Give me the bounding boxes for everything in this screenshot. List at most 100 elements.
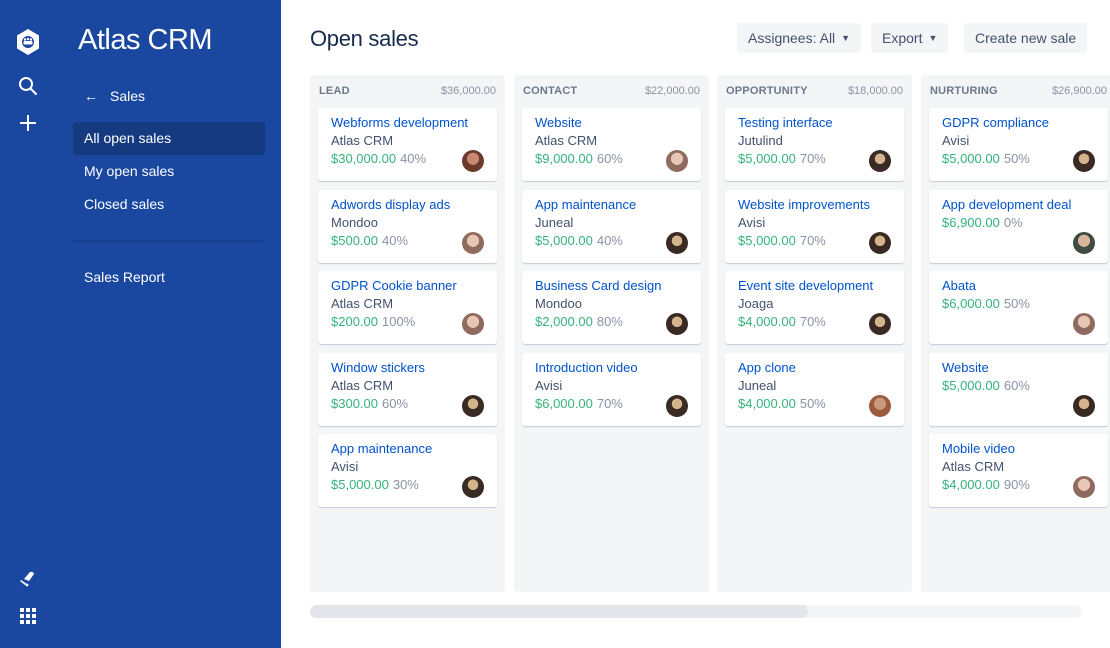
sale-title-link[interactable]: Abata (942, 277, 1095, 295)
sale-amount: $30,000.00 (331, 151, 397, 166)
assignee-avatar[interactable] (462, 150, 484, 172)
assignee-avatar[interactable] (869, 150, 891, 172)
create-new-sale-button[interactable]: Create new sale (964, 23, 1088, 53)
sale-company: Avisi (942, 133, 970, 148)
export-button[interactable]: Export ▼ (871, 23, 949, 53)
sale-title-link[interactable]: Business Card design (535, 277, 688, 295)
sale-card[interactable]: Abata $6,000.00 50% (929, 271, 1108, 344)
assignee-avatar[interactable] (869, 394, 891, 417)
assignee-avatar[interactable] (1073, 313, 1095, 335)
sale-company: Mondoo (535, 296, 582, 311)
sale-title-link[interactable]: GDPR compliance (942, 114, 1095, 132)
sidebar-item-my-open-sales[interactable]: My open sales (73, 155, 265, 188)
assignee-avatar[interactable] (1073, 394, 1095, 417)
assignee-avatar[interactable] (666, 231, 688, 254)
sale-probability: 30% (392, 477, 419, 492)
sale-meta: $5,000.00 60% (942, 377, 1095, 395)
sale-company: Atlas CRM (535, 133, 598, 148)
sale-title-link[interactable]: App development deal (942, 196, 1095, 214)
sale-card[interactable]: Webforms development Atlas CRM $30,000.00 4… (318, 108, 497, 181)
sale-company: Juneal (535, 214, 574, 230)
column-name: CONTACT (523, 85, 578, 97)
assignee-avatar[interactable] (1073, 231, 1095, 254)
sale-card[interactable]: Website $5,000.00 60% (929, 352, 1108, 426)
app-switcher-icon[interactable] (14, 602, 42, 630)
assignees-filter-button[interactable]: Assignees: All ▼ (737, 23, 862, 53)
column-total: $18,000.00 (847, 85, 903, 97)
export-label: Export (882, 30, 923, 46)
sidebar-item-sales-report[interactable]: Sales Report (73, 261, 265, 294)
search-icon[interactable] (14, 72, 42, 100)
assignee-avatar[interactable] (666, 150, 688, 172)
sale-title-link[interactable]: Website (535, 114, 688, 132)
horizontal-scrollbar[interactable] (310, 605, 1082, 618)
sale-card[interactable]: Mobile video Atlas CRM $4,000.00 90% (929, 434, 1108, 507)
assignee-avatar[interactable] (1073, 150, 1095, 172)
sale-title-link[interactable]: Event site development (738, 277, 891, 295)
assignee-avatar[interactable] (869, 231, 891, 254)
sale-card[interactable]: Window stickers Atlas CRM $300.00 60% (318, 352, 497, 426)
arrow-left-icon: ← (84, 88, 98, 104)
assignee-avatar[interactable] (462, 313, 484, 335)
app-root: Atlas CRM ← Sales All open sales My open… (0, 0, 1110, 648)
sale-card[interactable]: Testing interface Jutulind $5,000.00 70% (725, 108, 904, 181)
sale-title-link[interactable]: App maintenance (535, 196, 688, 214)
sale-title-link[interactable]: Testing interface (738, 114, 891, 132)
sale-title-link[interactable]: Website (942, 359, 1095, 377)
sale-card[interactable]: GDPR Cookie banner Atlas CRM $200.00 100% (318, 271, 497, 344)
assignee-avatar[interactable] (462, 394, 484, 417)
product-title: Atlas CRM (78, 24, 213, 56)
sale-card[interactable]: App clone Juneal $4,000.00 50% (725, 352, 904, 426)
sale-probability: 60% (382, 395, 409, 411)
sale-probability: 0% (1003, 214, 1023, 230)
sale-title-link[interactable]: Webforms development (331, 114, 484, 132)
sale-card[interactable]: Website improvements Avisi $5,000.00 70% (725, 189, 904, 263)
assignee-avatar[interactable] (869, 313, 891, 335)
sale-title-link[interactable]: Adwords display ads (331, 196, 484, 214)
sale-card[interactable]: Business Card design Mondoo $2,000.00 80% (522, 271, 701, 344)
sale-meta: $6,000.00 50% (942, 295, 1095, 313)
assignee-avatar[interactable] (666, 394, 688, 417)
sale-title-link[interactable]: Introduction video (535, 359, 688, 377)
sidebar-item-all-open-sales[interactable]: All open sales (73, 122, 265, 155)
sale-probability: 50% (1003, 151, 1030, 166)
sale-title-link[interactable]: App maintenance (331, 440, 484, 458)
logo-icon[interactable] (14, 28, 42, 56)
sale-company: Mondoo (331, 214, 378, 230)
global-navigation (0, 0, 56, 648)
sale-card[interactable]: App development deal $6,900.00 0% (929, 189, 1108, 263)
sale-probability: 60% (1003, 377, 1030, 393)
sidebar-item-closed-sales[interactable]: Closed sales (73, 188, 265, 221)
notifications-icon[interactable] (14, 564, 42, 592)
column-contact: CONTACT $22,000.00 Website Atlas CRM $9,000.… (514, 75, 709, 592)
column-opportunity: OPPORTUNITY $18,000.00 Testing interface Ju… (717, 75, 912, 592)
sale-title-link[interactable]: Window stickers (331, 359, 484, 377)
sale-title-link[interactable]: Mobile video (942, 440, 1095, 458)
sale-probability: 40% (382, 232, 409, 248)
kanban-board: LEAD $36,000.00 Webforms development Atlas … (310, 75, 1110, 592)
sale-card[interactable]: Event site development Joaga $4,000.00 70% (725, 271, 904, 344)
sale-probability: 50% (799, 395, 826, 411)
sale-card[interactable]: GDPR compliance Avisi $5,000.00 50% (929, 108, 1108, 181)
sale-card[interactable]: Introduction video Avisi $6,000.00 70% (522, 352, 701, 426)
sale-title-link[interactable]: Website improvements (738, 196, 891, 214)
sale-title-link[interactable]: GDPR Cookie banner (331, 277, 484, 295)
assignee-avatar[interactable] (462, 476, 484, 498)
assignee-avatar[interactable] (462, 231, 484, 254)
assignee-avatar[interactable] (1073, 476, 1095, 498)
sidebar: Atlas CRM ← Sales All open sales My open… (56, 0, 281, 648)
create-icon[interactable] (14, 109, 42, 137)
sale-card[interactable]: Adwords display ads Mondoo $500.00 40% (318, 189, 497, 263)
sale-company: Avisi (535, 377, 563, 393)
sale-title-link[interactable]: App clone (738, 359, 891, 377)
sale-probability: 70% (799, 232, 826, 248)
main-content: Open sales Assignees: All ▼ Export ▼ Cre… (281, 0, 1110, 648)
sale-card[interactable]: App maintenance Juneal $5,000.00 40% (522, 189, 701, 263)
column-name: LEAD (319, 85, 350, 97)
sale-card[interactable]: Website Atlas CRM $9,000.00 60% (522, 108, 701, 181)
back-to-sales-link[interactable]: ← Sales (84, 88, 145, 104)
scrollbar-thumb[interactable] (310, 605, 808, 618)
assignee-avatar[interactable] (666, 313, 688, 335)
column-header: NURTURING $26,900.00 (930, 85, 1107, 97)
sale-card[interactable]: App maintenance Avisi $5,000.00 30% (318, 434, 497, 507)
